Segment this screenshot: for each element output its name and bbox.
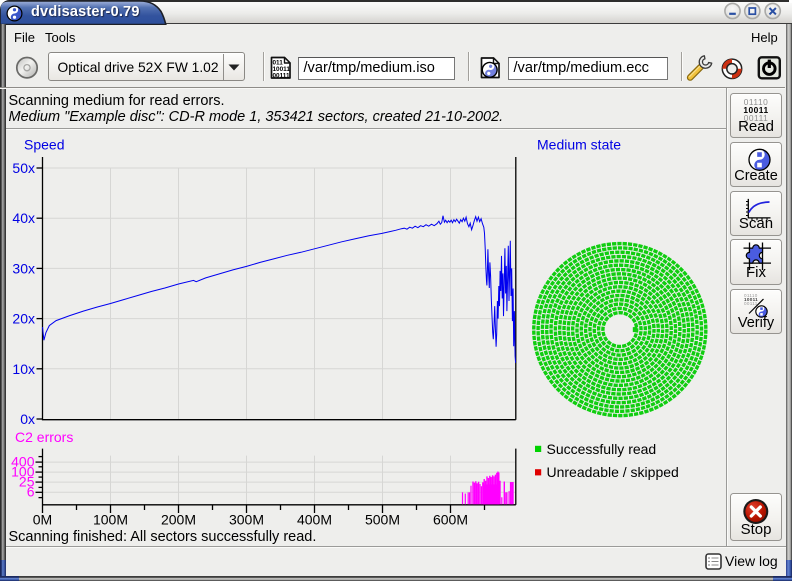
svg-text:00111: 00111: [744, 301, 758, 306]
svg-text:00111: 00111: [273, 72, 291, 79]
